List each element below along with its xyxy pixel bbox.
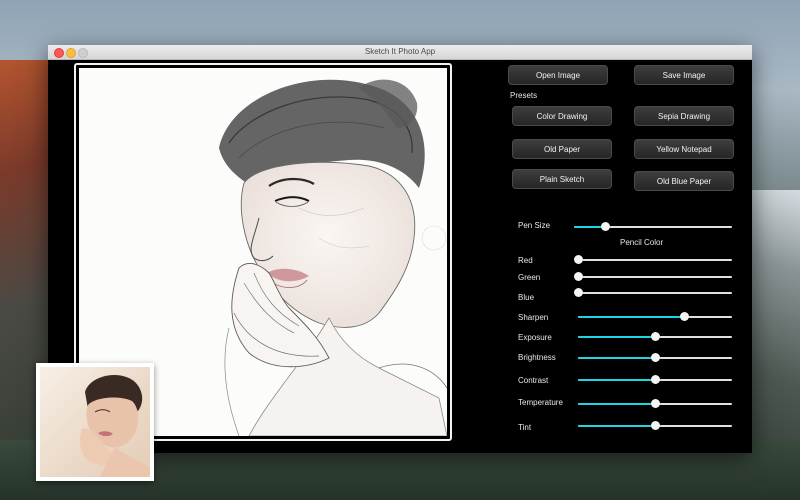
slider-track <box>578 292 732 294</box>
contrast-label: Contrast <box>518 376 549 385</box>
sharpen-slider[interactable] <box>578 312 732 322</box>
slider-fill <box>578 403 655 405</box>
exposure-label: Exposure <box>518 333 552 342</box>
preset-plain-sketch-button[interactable]: Plain Sketch <box>512 169 612 189</box>
red-label: Red <box>518 256 533 265</box>
window-title: Sketch It Photo App <box>364 47 436 56</box>
temperature-label: Temperature <box>518 398 563 407</box>
preset-color-drawing-button[interactable]: Color Drawing <box>512 106 612 126</box>
preset-old-blue-paper-button[interactable]: Old Blue Paper <box>634 171 734 191</box>
original-photo-image <box>40 367 150 477</box>
temperature-slider[interactable] <box>578 399 732 409</box>
slider-knob[interactable] <box>679 312 689 321</box>
preset-old-paper-button[interactable]: Old Paper <box>512 139 612 159</box>
green-slider[interactable] <box>573 272 732 282</box>
slider-knob[interactable] <box>650 399 660 408</box>
save-image-button[interactable]: Save Image <box>634 65 734 85</box>
sharpen-label: Sharpen <box>518 313 549 322</box>
slider-knob[interactable] <box>573 288 583 297</box>
open-image-button[interactable]: Open Image <box>508 65 608 85</box>
slider-fill <box>578 357 655 359</box>
brightness-label: Brightness <box>518 353 556 362</box>
green-label: Green <box>518 273 541 282</box>
exposure-slider[interactable] <box>578 332 732 342</box>
original-portrait-image <box>80 374 150 477</box>
slider-knob[interactable] <box>650 375 660 384</box>
brightness-slider[interactable] <box>578 353 732 363</box>
slider-track <box>578 259 732 261</box>
pen-size-slider[interactable] <box>574 222 732 232</box>
slider-knob[interactable] <box>650 332 660 341</box>
slider-track <box>578 276 732 278</box>
red-slider[interactable] <box>573 255 732 265</box>
tint-slider[interactable] <box>578 421 732 431</box>
preset-yellow-notepad-button[interactable]: Yellow Notepad <box>634 139 734 159</box>
slider-fill <box>578 316 685 318</box>
blue-slider[interactable] <box>573 288 732 298</box>
original-photo-thumbnail <box>36 363 154 481</box>
slider-fill <box>578 425 655 427</box>
title-bar: Sketch It Photo App <box>48 45 752 60</box>
presets-heading: Presets <box>510 91 538 100</box>
slider-knob[interactable] <box>601 222 611 231</box>
pencil-color-heading: Pencil Color <box>620 238 664 247</box>
slider-knob[interactable] <box>573 255 583 264</box>
slider-knob[interactable] <box>573 272 583 281</box>
slider-knob[interactable] <box>650 421 660 430</box>
preset-sepia-drawing-button[interactable]: Sepia Drawing <box>634 106 734 126</box>
pen-size-label: Pen Size <box>518 221 551 230</box>
blue-label: Blue <box>518 293 535 302</box>
slider-fill <box>578 336 655 338</box>
contrast-slider[interactable] <box>578 375 732 385</box>
slider-fill <box>578 379 655 381</box>
tint-label: Tint <box>518 423 532 432</box>
slider-knob[interactable] <box>650 353 660 362</box>
